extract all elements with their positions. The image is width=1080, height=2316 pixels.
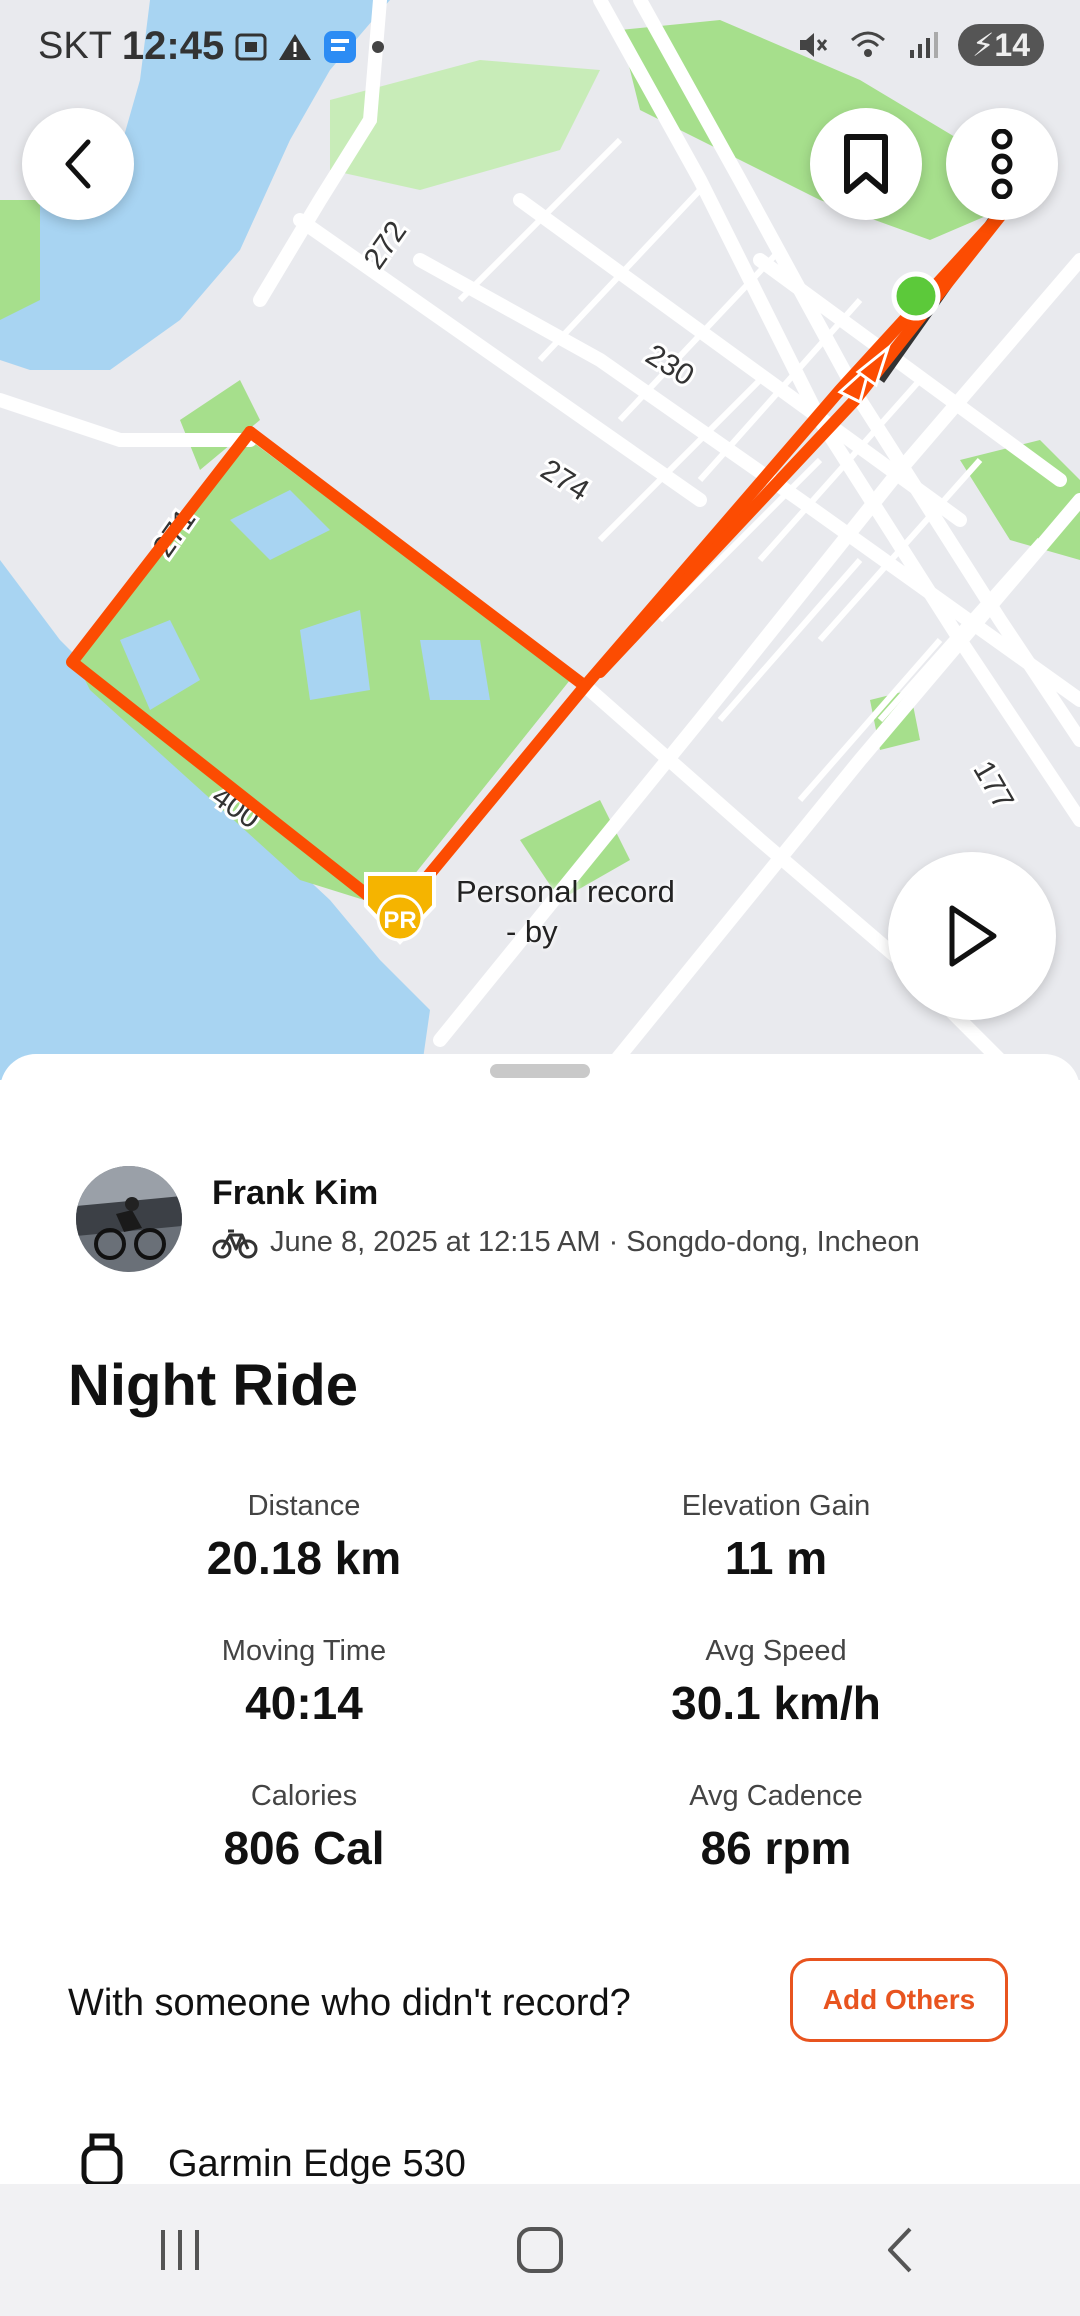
signal-icon: [909, 32, 938, 58]
app-icon: [324, 30, 357, 63]
stat-value: 86 rpm: [700, 1822, 852, 1874]
nav-back-icon: [888, 2227, 912, 2273]
athlete-name[interactable]: Frank Kim: [212, 1174, 378, 1213]
stat-calories: Calories 806 Cal: [104, 1780, 504, 1875]
watch-icon: [81, 2133, 123, 2184]
bookmark-icon: [844, 134, 888, 194]
stat-label: Distance: [247, 1490, 361, 1522]
start-marker: [891, 271, 941, 321]
stat-label: Avg Speed: [705, 1635, 847, 1667]
stat-moving-time: Moving Time 40:14: [104, 1635, 504, 1730]
stat-value: 20.18 km: [206, 1532, 402, 1584]
play-icon: [949, 905, 997, 967]
device-name: Garmin Edge 530: [168, 2142, 466, 2185]
battery-level: 14: [994, 27, 1030, 63]
activity-title: Night Ride: [68, 1353, 358, 1418]
warning-icon: [279, 33, 312, 60]
status-bar: SKT 12:45 ⚡14: [0, 0, 1080, 96]
more-options-button[interactable]: [946, 108, 1058, 220]
recents-icon: [161, 2230, 199, 2270]
home-button[interactable]: [440, 2200, 640, 2300]
back-icon: [65, 139, 91, 189]
pr-label-title: Personal record: [456, 874, 675, 909]
stat-avg-cadence: Avg Cadence 86 rpm: [576, 1780, 976, 1875]
bookmark-button[interactable]: [810, 108, 922, 220]
companion-prompt: With someone who didn't record?: [68, 1982, 631, 2024]
activity-meta: June 8, 2025 at 12:15 AM · Songdo-dong, …: [212, 1226, 920, 1259]
stat-value: 806 Cal: [223, 1822, 385, 1874]
back-button[interactable]: [22, 108, 134, 220]
wifi-icon: [850, 31, 885, 57]
activity-date-location: June 8, 2025 at 12:15 AM · Songdo-dong, …: [270, 1226, 920, 1258]
stat-label: Calories: [250, 1780, 358, 1812]
dot-icon: [372, 40, 385, 53]
carrier: SKT: [38, 25, 112, 67]
home-icon: [517, 2227, 563, 2273]
activity-sheet[interactable]: Frank Kim June 8, 2025 at 12:15 AM · Son…: [0, 1054, 1080, 2184]
pr-badge-text: PR: [383, 907, 416, 934]
sheet-drag-handle[interactable]: [490, 1064, 590, 1078]
recents-button[interactable]: [80, 2200, 280, 2300]
bike-icon: [212, 1229, 258, 1258]
stat-elevation-gain: Elevation Gain 11 m: [576, 1490, 976, 1585]
stat-label: Elevation Gain: [681, 1490, 871, 1522]
pr-label: Personal record - by: [456, 872, 675, 952]
play-flyover-button[interactable]: [888, 852, 1056, 1020]
stat-value: 30.1 km/h: [671, 1677, 881, 1729]
stat-avg-speed: Avg Speed 30.1 km/h: [576, 1635, 976, 1730]
screenshot-icon: [235, 33, 267, 60]
nav-back-button[interactable]: [800, 2200, 1000, 2300]
device-row[interactable]: Garmin Edge 530: [76, 2132, 466, 2184]
clock: 12:45: [121, 24, 225, 68]
battery-icon: ⚡14: [957, 24, 1044, 66]
stat-label: Avg Cadence: [689, 1780, 863, 1812]
stat-label: Moving Time: [221, 1635, 387, 1667]
mute-icon: [799, 33, 828, 57]
add-others-button[interactable]: Add Others: [790, 1958, 1008, 2042]
stat-value: 11 m: [724, 1532, 828, 1584]
avatar[interactable]: [76, 1166, 182, 1272]
pr-label-subtitle: - by: [506, 914, 558, 949]
more-icon: [991, 129, 1013, 199]
system-nav-bar: [0, 2184, 1080, 2316]
stat-value: 40:14: [245, 1677, 363, 1729]
stat-distance: Distance 20.18 km: [104, 1490, 504, 1585]
